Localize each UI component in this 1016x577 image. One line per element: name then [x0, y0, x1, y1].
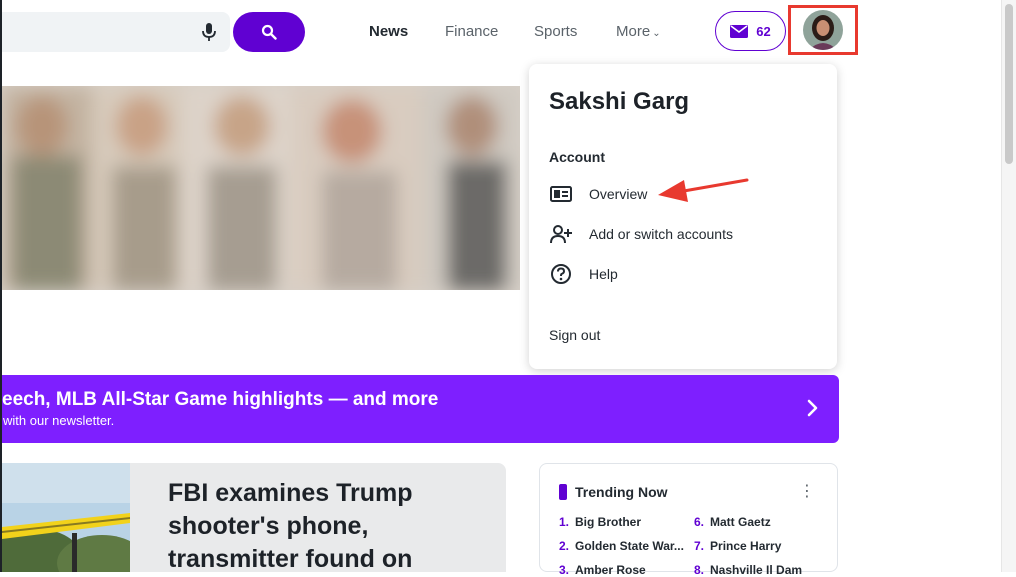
- banner-title: eech, MLB All-Star Game highlights — and…: [2, 389, 439, 410]
- newsletter-banner[interactable]: eech, MLB All-Star Game highlights — and…: [2, 375, 839, 443]
- nav-news[interactable]: News: [369, 23, 408, 40]
- search-input[interactable]: [2, 12, 230, 52]
- account-section-label: Account: [549, 149, 605, 165]
- add-user-icon: [549, 222, 573, 246]
- menu-item-help[interactable]: Help: [549, 262, 618, 286]
- trending-item[interactable]: 6. Matt Gaetz: [694, 515, 771, 529]
- trending-rank: 7.: [694, 539, 705, 553]
- id-card-icon: [549, 182, 573, 206]
- trending-accent-bar: [559, 484, 567, 500]
- trending-item[interactable]: 8. Nashville Il Dam: [694, 563, 802, 577]
- annotation-arrow: [658, 178, 749, 202]
- story-title: FBI examines Trump shooter's phone, tran…: [168, 479, 413, 572]
- trending-rank: 8.: [694, 563, 705, 577]
- trending-label: Nashville Il Dam: [710, 563, 803, 577]
- trending-item[interactable]: 1. Big Brother: [559, 515, 641, 529]
- hero-image[interactable]: [2, 86, 520, 290]
- mail-button[interactable]: 62: [715, 11, 786, 51]
- search-icon: [261, 24, 277, 40]
- story-card[interactable]: FBI examines Trump shooter's phone, tran…: [2, 463, 506, 572]
- profile-avatar-button[interactable]: [788, 5, 858, 55]
- trending-item[interactable]: 7. Prince Harry: [694, 539, 781, 553]
- trending-label: Prince Harry: [710, 539, 782, 553]
- nav-sports[interactable]: Sports: [534, 23, 577, 40]
- more-options-icon[interactable]: ⋮: [799, 481, 815, 501]
- help-icon: [549, 262, 573, 286]
- trending-rank: 1.: [559, 515, 570, 529]
- trending-title: Trending Now: [575, 484, 668, 500]
- account-menu: Sakshi Garg Account Overview Add or swit…: [529, 64, 837, 369]
- trending-panel: Trending Now ⋮ 1. Big Brother 2. Golden St…: [539, 463, 838, 577]
- microphone-icon[interactable]: [201, 22, 217, 42]
- search-button[interactable]: [233, 12, 305, 52]
- menu-item-label: Add or switch accounts: [589, 226, 733, 242]
- banner-subtitle: with our newsletter.: [3, 413, 115, 428]
- mail-count: 62: [756, 23, 771, 39]
- menu-item-label: Overview: [589, 186, 648, 202]
- trending-item[interactable]: 3. Amber Rose: [559, 563, 646, 577]
- story-image: [2, 463, 147, 572]
- trending-label: Matt Gaetz: [710, 515, 771, 529]
- menu-item-overview[interactable]: Overview: [549, 182, 647, 206]
- trending-label: Golden State War...: [575, 539, 684, 553]
- trending-rank: 2.: [559, 539, 570, 553]
- avatar: [803, 10, 843, 50]
- user-name: Sakshi Garg: [549, 88, 690, 115]
- chevron-down-icon: ⌄: [652, 28, 661, 39]
- mail-icon: [730, 24, 749, 38]
- sign-out-link[interactable]: Sign out: [549, 327, 600, 343]
- trending-item[interactable]: 2. Golden State War...: [559, 539, 684, 553]
- nav-more[interactable]: More ⌄: [616, 23, 661, 40]
- trending-label: Amber Rose: [575, 563, 646, 577]
- trending-rank: 6.: [694, 515, 705, 529]
- nav-finance[interactable]: Finance: [445, 23, 498, 40]
- nav-more-label: More: [616, 23, 651, 40]
- menu-item-label: Help: [589, 266, 618, 282]
- scrollbar-thumb[interactable]: [1005, 4, 1013, 164]
- trending-label: Big Brother: [575, 515, 642, 529]
- page-scrollbar[interactable]: [1001, 0, 1016, 572]
- trending-rank: 3.: [559, 563, 570, 577]
- menu-item-add-switch-accounts[interactable]: Add or switch accounts: [549, 222, 733, 246]
- chevron-right-icon: [807, 399, 818, 417]
